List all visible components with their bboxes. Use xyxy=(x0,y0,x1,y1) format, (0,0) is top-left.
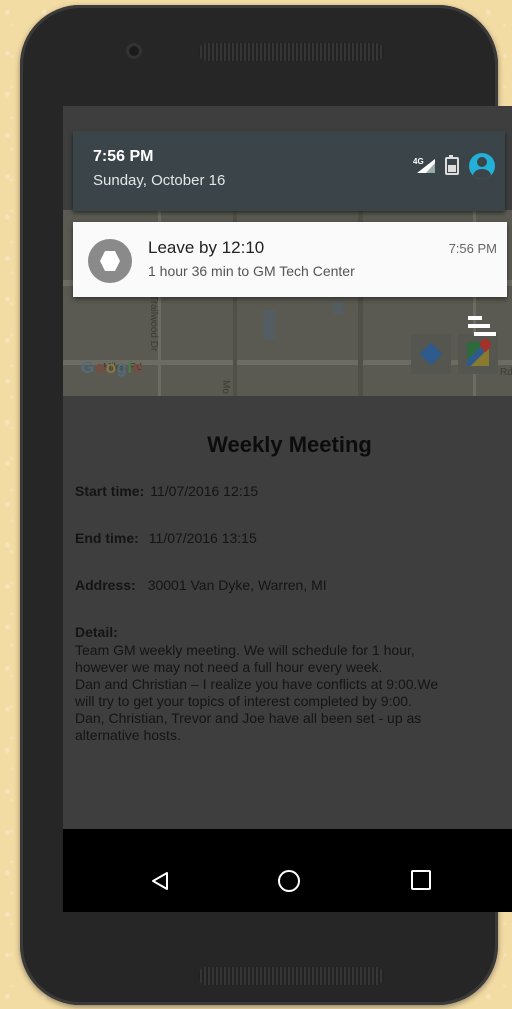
address-value: 30001 Van Dyke, Warren, MI xyxy=(147,577,327,593)
notification-time: 7:56 PM xyxy=(448,241,497,256)
notification-subtitle: 1 hour 36 min to GM Tech Center xyxy=(148,263,355,279)
detail-line: Team GM weekly meeting. We will schedule… xyxy=(75,642,415,658)
start-time-label: Start time: xyxy=(75,483,145,499)
battery-icon xyxy=(445,155,459,175)
map-label: Rd xyxy=(500,367,512,378)
detail-text: Team GM weekly meeting. We will schedule… xyxy=(75,642,495,744)
menu-icon[interactable] xyxy=(468,316,496,344)
start-time-value: 11/07/2016 12:15 xyxy=(150,483,259,499)
status-time: 7:56 PM xyxy=(93,148,154,165)
map-building xyxy=(263,310,275,340)
directions-icon xyxy=(419,342,443,366)
google-maps-icon xyxy=(467,342,489,366)
map-label: Trailwood Dr xyxy=(148,295,159,352)
address-row: Address: 30001 Van Dyke, Warren, MI xyxy=(75,577,327,593)
status-icons: 4G xyxy=(413,153,495,179)
detail-line: alternative hosts. xyxy=(75,727,181,743)
end-time-value: 11/07/2016 13:15 xyxy=(148,530,257,546)
detail-line: will try to get your topics of interest … xyxy=(75,693,412,709)
top-speaker xyxy=(198,43,384,61)
back-icon[interactable] xyxy=(151,871,169,891)
end-time-label: End time: xyxy=(75,530,139,546)
front-camera xyxy=(126,43,142,59)
hexagon-icon xyxy=(88,239,132,283)
recents-icon[interactable] xyxy=(411,870,431,890)
directions-button[interactable] xyxy=(411,334,451,374)
quick-settings-header[interactable]: 7:56 PM Sunday, October 16 4G xyxy=(73,131,505,211)
address-label: Address: xyxy=(75,577,136,593)
home-icon[interactable] xyxy=(278,870,300,892)
detail-line: Dan and Christian – I realize you have c… xyxy=(75,676,439,692)
meeting-title: Weekly Meeting xyxy=(207,432,372,457)
detail-line: however we may not need a full hour ever… xyxy=(75,659,383,675)
map-building xyxy=(333,302,343,314)
detail-label: Detail: xyxy=(75,624,118,640)
account-icon[interactable] xyxy=(469,153,495,179)
google-logo: Google xyxy=(81,358,143,377)
cell-signal-icon: 4G xyxy=(413,157,439,175)
map-label: Mo xyxy=(220,380,231,394)
leave-notification[interactable]: Leave by 12:10 1 hour 36 min to GM Tech … xyxy=(73,222,507,297)
phone-frame: Trailwood Dr Rd Miles Rd Mo Google 7:56 … xyxy=(20,5,512,1005)
start-time-row: Start time: 11/07/2016 12:15 xyxy=(75,483,258,499)
app-content: Trailwood Dr Rd Miles Rd Mo Google 7:56 … xyxy=(63,106,512,829)
status-date: Sunday, October 16 xyxy=(93,172,226,189)
navigation-bar xyxy=(63,829,512,912)
device-screen: Trailwood Dr Rd Miles Rd Mo Google 7:56 … xyxy=(63,106,512,912)
bottom-speaker xyxy=(198,967,384,985)
detail-line: Dan, Christian, Trevor and Joe have all … xyxy=(75,710,422,726)
notification-title: Leave by 12:10 xyxy=(148,238,265,257)
end-time-row: End time: 11/07/2016 13:15 xyxy=(75,530,257,546)
